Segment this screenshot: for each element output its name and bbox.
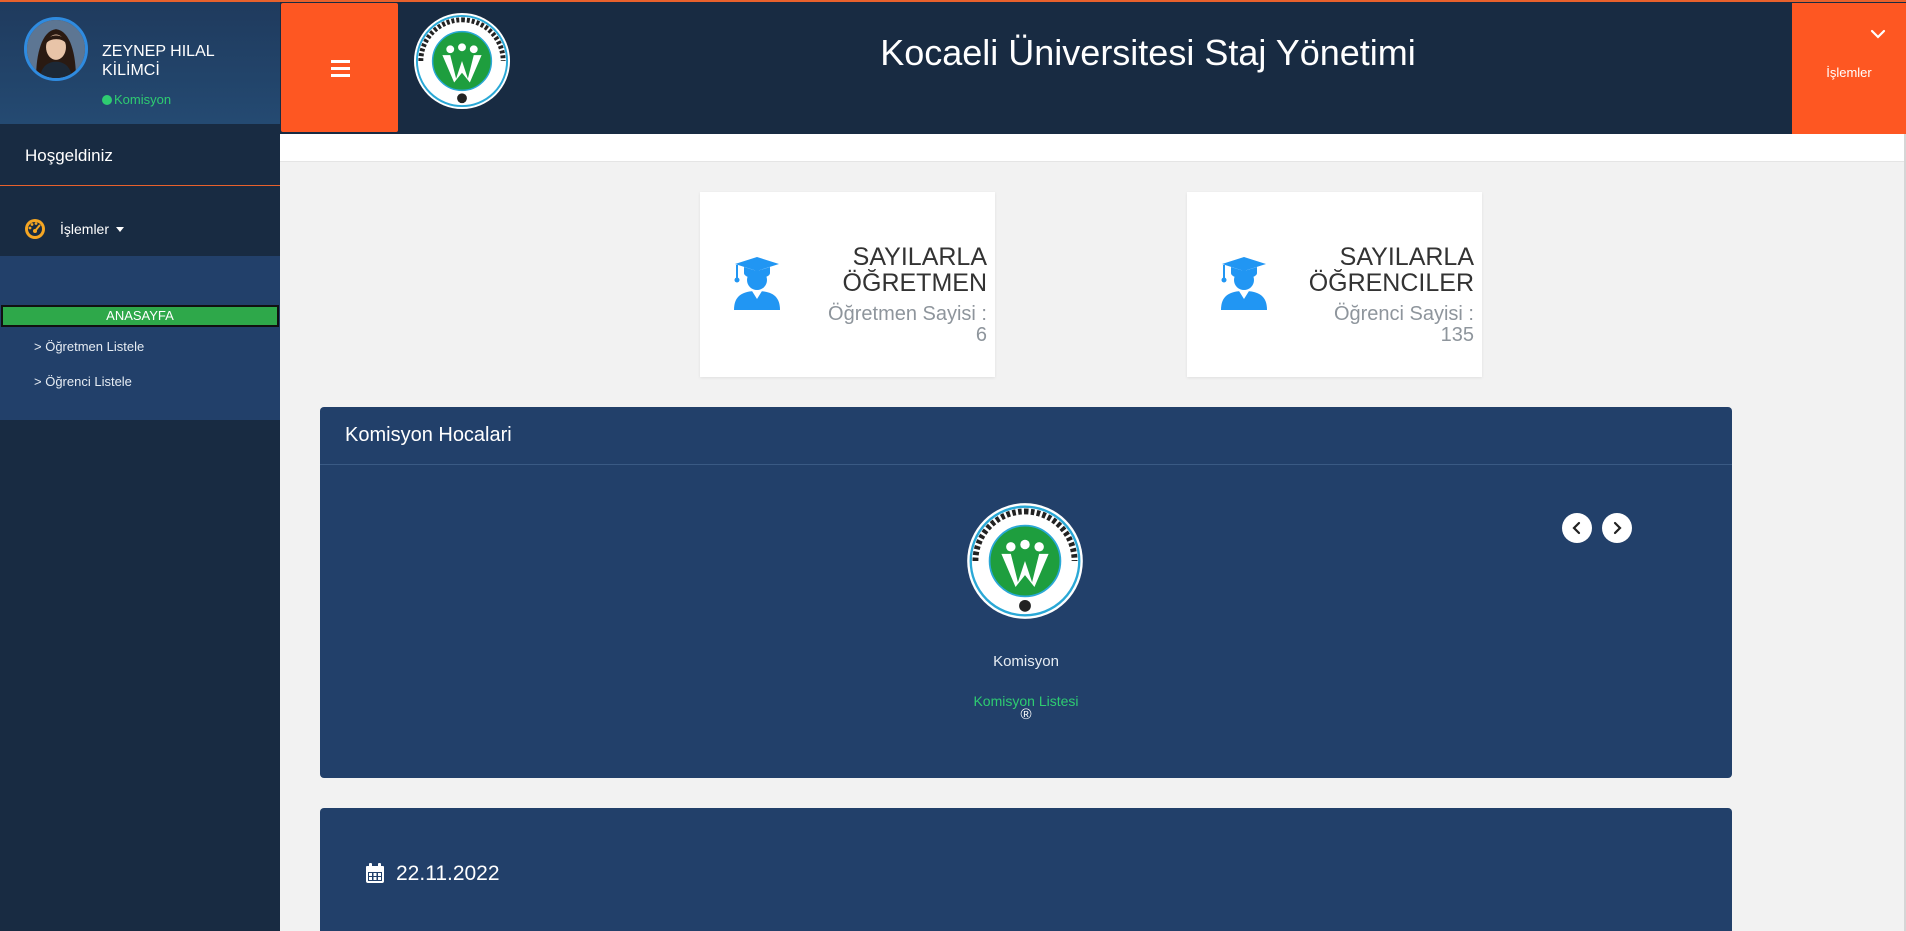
page-title: Kocaeli Üniversitesi Staj Yönetimi: [880, 32, 1416, 73]
university-logo-icon: [413, 12, 511, 110]
university-logo-icon: [967, 503, 1083, 619]
student-count: Öğrenci Sayisi : 135: [1333, 303, 1474, 346]
online-status-icon: [102, 94, 112, 105]
commission-panel-title: Komisyon Hocalari: [345, 424, 512, 446]
user-profile: ZEYNEP HILAL KİLİMCİ Komisyon: [0, 0, 280, 124]
student-stats-card: SAYILARLA ÖĞRENCILER Öğrenci Sayisi : 13…: [1187, 192, 1482, 377]
avatar: [24, 17, 88, 81]
graduate-icon: [1221, 257, 1267, 310]
avatar-image-icon: [27, 20, 85, 78]
welcome-section: Hoşgeldiniz: [0, 124, 280, 186]
commission-panel: Komisyon Hocalari Komisyon Komisyon List…: [320, 407, 1732, 778]
user-role: Komisyon: [102, 92, 171, 107]
graduate-icon: [734, 257, 780, 310]
commission-panel-header: Komisyon Hocalari: [320, 407, 1732, 465]
hamburger-icon: [331, 60, 350, 77]
app-root: ZEYNEP HILAL KİLİMCİ Komisyon Hoşgeldini…: [0, 0, 1906, 931]
date-panel: 22.11.2022: [320, 808, 1732, 931]
sidebar-item-anasayfa[interactable]: ANASAYFA: [1, 305, 279, 327]
caret-down-icon: [116, 227, 124, 232]
chevron-left-icon: [1572, 521, 1581, 535]
chevron-down-icon: [1870, 29, 1886, 39]
sidebar-item-ogrenci-listele[interactable]: > Öğrenci Listele: [34, 374, 132, 389]
registered-mark: ®: [1020, 706, 1032, 723]
carousel-next-button[interactable]: [1602, 513, 1632, 543]
actions-label: İşlemler: [1826, 65, 1872, 80]
sidebar-item-ogretmen-listele[interactable]: > Öğretmen Listele: [34, 339, 144, 354]
commission-member-name: Komisyon: [993, 653, 1059, 670]
teacher-count: Öğretmen Sayisi : 6: [828, 303, 987, 346]
content-top-strip: [280, 134, 1906, 162]
actions-dropdown-button[interactable]: İşlemler: [1792, 3, 1906, 135]
student-stats-title: SAYILARLA ÖĞRENCILER: [1308, 243, 1474, 297]
sidebar: ZEYNEP HILAL KİLİMCİ Komisyon Hoşgeldini…: [0, 0, 280, 931]
islemler-submenu: ANASAYFA > Öğretmen Listele > Öğrenci Li…: [0, 256, 280, 420]
calendar-icon: [366, 863, 384, 883]
teacher-stats-title: SAYILARLA ÖĞRETMEN: [842, 243, 987, 297]
user-name: ZEYNEP HILAL KİLİMCİ: [102, 43, 215, 79]
carousel-prev-button[interactable]: [1562, 513, 1592, 543]
islemler-menu-label: İşlemler: [60, 221, 110, 237]
sidebar-toggle-button[interactable]: [281, 3, 398, 132]
teacher-stats-card: SAYILARLA ÖĞRETMEN Öğretmen Sayisi : 6: [700, 192, 995, 377]
top-accent-line: [0, 0, 1906, 2]
gauge-icon: [25, 219, 45, 239]
welcome-label: Hoşgeldiniz: [25, 146, 113, 165]
user-role-label: Komisyon: [114, 92, 172, 107]
islemler-menu-toggle[interactable]: İşlemler: [0, 208, 280, 248]
current-date: 22.11.2022: [396, 862, 500, 885]
chevron-right-icon: [1613, 521, 1622, 535]
